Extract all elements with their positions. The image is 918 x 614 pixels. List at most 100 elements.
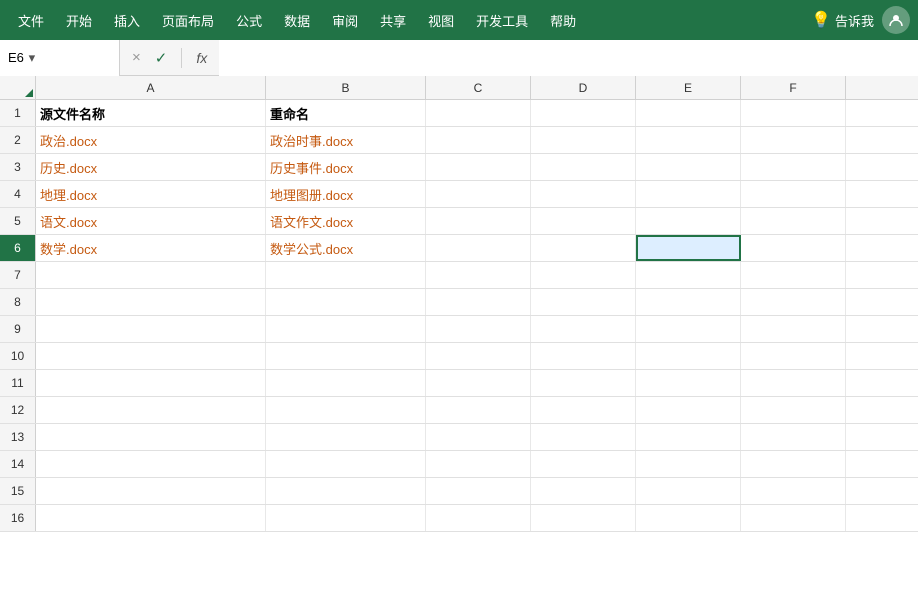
cell-7-C[interactable] <box>426 262 531 288</box>
cell-2-D[interactable] <box>531 127 636 153</box>
cell-13-E[interactable] <box>636 424 741 450</box>
cell-14-C[interactable] <box>426 451 531 477</box>
col-header-f[interactable]: F <box>741 76 846 99</box>
row-num-1[interactable]: 1 <box>0 100 36 126</box>
cell-3-D[interactable] <box>531 154 636 180</box>
account-avatar[interactable] <box>882 6 910 34</box>
cell-7-E[interactable] <box>636 262 741 288</box>
row-num-3[interactable]: 3 <box>0 154 36 180</box>
cell-6-E[interactable] <box>636 235 741 261</box>
cell-10-D[interactable] <box>531 343 636 369</box>
cell-14-D[interactable] <box>531 451 636 477</box>
cell-14-B[interactable] <box>266 451 426 477</box>
cell-8-B[interactable] <box>266 289 426 315</box>
row-num-4[interactable]: 4 <box>0 181 36 207</box>
cell-5-C[interactable] <box>426 208 531 234</box>
menu-share[interactable]: 共享 <box>370 5 416 36</box>
cell-8-E[interactable] <box>636 289 741 315</box>
cell-15-F[interactable] <box>741 478 846 504</box>
cell-2-B[interactable]: 政治时事.docx <box>266 127 426 153</box>
row-num-8[interactable]: 8 <box>0 289 36 315</box>
tell-me-label[interactable]: 告诉我 <box>835 11 874 30</box>
cell-8-F[interactable] <box>741 289 846 315</box>
cell-5-E[interactable] <box>636 208 741 234</box>
cell-6-C[interactable] <box>426 235 531 261</box>
menu-file[interactable]: 文件 <box>8 5 54 36</box>
cell-9-B[interactable] <box>266 316 426 342</box>
cell-3-A[interactable]: 历史.docx <box>36 154 266 180</box>
cell-16-F[interactable] <box>741 505 846 531</box>
cell-11-D[interactable] <box>531 370 636 396</box>
cell-11-C[interactable] <box>426 370 531 396</box>
menu-developer[interactable]: 开发工具 <box>466 5 538 36</box>
menu-insert[interactable]: 插入 <box>104 5 150 36</box>
cell-11-B[interactable] <box>266 370 426 396</box>
cell-10-E[interactable] <box>636 343 741 369</box>
cell-8-D[interactable] <box>531 289 636 315</box>
row-num-5[interactable]: 5 <box>0 208 36 234</box>
select-all-button[interactable] <box>0 76 36 100</box>
cell-12-E[interactable] <box>636 397 741 423</box>
cell-12-F[interactable] <box>741 397 846 423</box>
cell-15-A[interactable] <box>36 478 266 504</box>
row-num-6[interactable]: 6 <box>0 235 36 261</box>
cell-9-A[interactable] <box>36 316 266 342</box>
row-num-9[interactable]: 9 <box>0 316 36 342</box>
row-num-12[interactable]: 12 <box>0 397 36 423</box>
cell-ref-dropdown[interactable]: ▾ <box>24 50 40 66</box>
cell-6-B[interactable]: 数学公式.docx <box>266 235 426 261</box>
cell-12-A[interactable] <box>36 397 266 423</box>
cell-9-D[interactable] <box>531 316 636 342</box>
menu-help[interactable]: 帮助 <box>540 5 586 36</box>
cell-14-E[interactable] <box>636 451 741 477</box>
cell-8-A[interactable] <box>36 289 266 315</box>
menu-view[interactable]: 视图 <box>418 5 464 36</box>
cell-5-D[interactable] <box>531 208 636 234</box>
cell-16-A[interactable] <box>36 505 266 531</box>
cell-16-C[interactable] <box>426 505 531 531</box>
col-header-d[interactable]: D <box>531 76 636 99</box>
cell-13-A[interactable] <box>36 424 266 450</box>
cell-2-E[interactable] <box>636 127 741 153</box>
cell-13-B[interactable] <box>266 424 426 450</box>
cell-2-A[interactable]: 政治.docx <box>36 127 266 153</box>
cell-1-E[interactable] <box>636 100 741 126</box>
cell-4-D[interactable] <box>531 181 636 207</box>
row-num-13[interactable]: 13 <box>0 424 36 450</box>
menu-review[interactable]: 审阅 <box>322 5 368 36</box>
cell-7-D[interactable] <box>531 262 636 288</box>
cell-4-A[interactable]: 地理.docx <box>36 181 266 207</box>
cell-7-F[interactable] <box>741 262 846 288</box>
cell-1-B[interactable]: 重命名 <box>266 100 426 126</box>
cell-10-F[interactable] <box>741 343 846 369</box>
row-num-2[interactable]: 2 <box>0 127 36 153</box>
cell-15-C[interactable] <box>426 478 531 504</box>
cell-12-C[interactable] <box>426 397 531 423</box>
cell-13-F[interactable] <box>741 424 846 450</box>
cell-11-F[interactable] <box>741 370 846 396</box>
cell-6-F[interactable] <box>741 235 846 261</box>
cell-13-C[interactable] <box>426 424 531 450</box>
cell-4-E[interactable] <box>636 181 741 207</box>
cell-16-D[interactable] <box>531 505 636 531</box>
cell-2-F[interactable] <box>741 127 846 153</box>
cell-6-A[interactable]: 数学.docx <box>36 235 266 261</box>
col-header-b[interactable]: B <box>266 76 426 99</box>
cell-10-B[interactable] <box>266 343 426 369</box>
cell-1-F[interactable] <box>741 100 846 126</box>
row-num-10[interactable]: 10 <box>0 343 36 369</box>
row-num-7[interactable]: 7 <box>0 262 36 288</box>
cell-3-E[interactable] <box>636 154 741 180</box>
cell-4-B[interactable]: 地理图册.docx <box>266 181 426 207</box>
formula-input[interactable] <box>219 40 918 76</box>
cell-5-B[interactable]: 语文作文.docx <box>266 208 426 234</box>
col-header-a[interactable]: A <box>36 76 266 99</box>
col-header-e[interactable]: E <box>636 76 741 99</box>
confirm-formula-button[interactable]: ✓ <box>151 47 172 69</box>
fx-button[interactable]: fx <box>192 50 211 66</box>
cell-2-C[interactable] <box>426 127 531 153</box>
cell-13-D[interactable] <box>531 424 636 450</box>
cell-10-A[interactable] <box>36 343 266 369</box>
cell-14-F[interactable] <box>741 451 846 477</box>
menu-formula[interactable]: 公式 <box>226 5 272 36</box>
